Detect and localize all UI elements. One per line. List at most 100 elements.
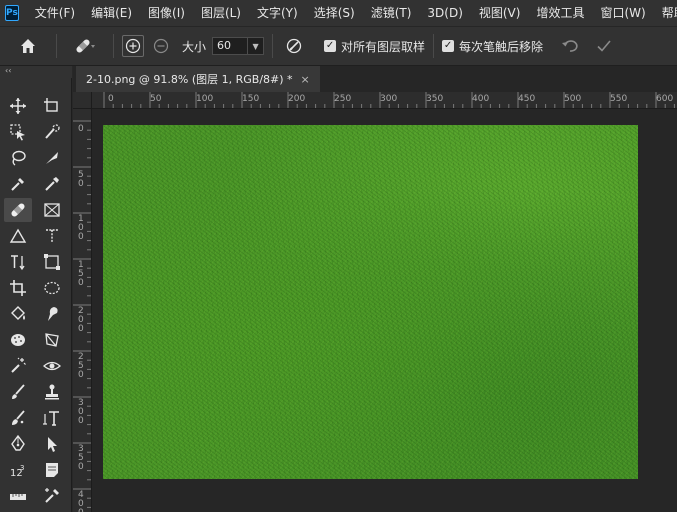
menu-plugins[interactable]: 增效工具 <box>528 0 592 26</box>
add-mode-button[interactable] <box>122 35 144 57</box>
svg-text:3: 3 <box>20 464 24 472</box>
ellipse-marquee-icon <box>44 281 60 295</box>
plus-circle-icon <box>125 38 141 54</box>
elliptical-marquee-tool[interactable] <box>38 276 66 300</box>
count-icon: 123 <box>10 464 24 479</box>
canvas-area[interactable] <box>92 109 677 512</box>
transform-icon <box>44 254 60 270</box>
brush-icon <box>12 384 25 399</box>
ruler-label: 200 <box>288 94 306 104</box>
horizontal-ruler[interactable]: 0 50 100 150 200 250 300 350 400 450 500… <box>92 92 677 109</box>
brush-tool[interactable] <box>4 380 32 404</box>
grass-image-layer[interactable] <box>103 125 638 479</box>
note-tool[interactable] <box>38 458 66 482</box>
lasso-tool[interactable] <box>4 146 32 170</box>
paint-bucket-tool[interactable] <box>4 302 32 326</box>
frame-icon <box>44 203 60 217</box>
vertical-type-mask-tool[interactable] <box>38 224 66 248</box>
document-tab[interactable]: 2-10.png @ 91.8% (图层 1, RGB/8#) * × <box>76 66 320 92</box>
ruler-label: 2 0 0 <box>78 306 84 334</box>
checkbox-check-icon: ✓ <box>324 40 337 52</box>
commit-button[interactable] <box>591 33 617 59</box>
ruler-label: 450 <box>518 94 536 104</box>
document-tab-bar: 2-10.png @ 91.8% (图层 1, RGB/8#) * × <box>73 66 677 92</box>
ruler-label: 500 <box>564 94 582 104</box>
menu-edit[interactable]: 编辑(E) <box>83 0 140 26</box>
menu-3d[interactable]: 3D(D) <box>419 0 470 26</box>
type-tool[interactable] <box>38 406 66 430</box>
options-bar: 大小 60 ▼ ✓ 对所有图层取样 ✓ 每次笔触后移除 <box>0 27 677 66</box>
toolbar-collapse-button[interactable]: ‹‹ <box>0 66 72 78</box>
vertical-type-tool[interactable] <box>4 250 32 274</box>
eyedropper-tool[interactable] <box>4 172 32 196</box>
sponge-icon <box>11 334 25 346</box>
menu-image[interactable]: 图像(I) <box>140 0 193 26</box>
object-selection-icon <box>10 124 25 141</box>
pen-tool-alt[interactable] <box>38 146 66 170</box>
remove-after-stroke-checkbox[interactable]: ✓ 每次笔触后移除 <box>442 38 543 55</box>
undo-stroke-button[interactable] <box>557 33 583 59</box>
mixer-brush-tool[interactable] <box>4 406 32 430</box>
crop-icon <box>10 280 26 296</box>
perspective-crop-tool[interactable] <box>38 328 66 352</box>
count-tool[interactable]: 12 3 <box>4 458 32 482</box>
magic-wand-tool[interactable] <box>4 354 32 378</box>
vertical-ruler[interactable]: 0 5 0 1 0 0 1 5 0 2 0 0 2 5 0 3 0 0 3 5 … <box>73 109 92 512</box>
menu-window[interactable]: 窗口(W) <box>592 0 653 26</box>
close-icon[interactable]: × <box>301 73 310 86</box>
minus-circle-icon <box>153 38 169 54</box>
ruler-label: 1 0 0 <box>78 214 84 242</box>
ruler-label: 1 5 0 <box>78 260 84 288</box>
move-icon <box>10 98 26 114</box>
sponge-tool[interactable] <box>4 328 32 352</box>
quick-selection-tool[interactable] <box>38 120 66 144</box>
size-label: 大小 <box>182 39 207 54</box>
remove-tool[interactable] <box>4 198 32 222</box>
frame-tool[interactable] <box>38 198 66 222</box>
ruler-label: 250 <box>334 94 352 104</box>
menu-view[interactable]: 视图(V) <box>471 0 529 26</box>
menu-select[interactable]: 选择(S) <box>306 0 363 26</box>
arrow-cursor-icon <box>48 437 57 452</box>
home-button[interactable] <box>8 31 48 61</box>
path-selection-tool[interactable] <box>38 432 66 456</box>
artboard-tool[interactable] <box>38 94 66 118</box>
photoshop-logo: Ps <box>5 5 19 21</box>
chevron-down-icon: ▼ <box>252 41 259 51</box>
eyedropper-icon <box>11 178 24 191</box>
ruler-label: 3 0 0 <box>78 398 84 426</box>
size-dropdown-button[interactable]: ▼ <box>248 37 265 55</box>
menu-type[interactable]: 文字(Y) <box>249 0 306 26</box>
ruler-tool[interactable] <box>4 484 32 508</box>
sample-all-layers-checkbox[interactable]: ✓ 对所有图层取样 <box>324 38 425 55</box>
transform-tool[interactable] <box>38 250 66 274</box>
size-input[interactable]: 60 <box>212 37 249 55</box>
clone-stamp-tool[interactable] <box>38 380 66 404</box>
menu-file[interactable]: 文件(F) <box>27 0 83 26</box>
menu-layer[interactable]: 图层(L) <box>193 0 249 26</box>
document-tab-title: 2-10.png @ 91.8% (图层 1, RGB/8#) * <box>86 73 293 86</box>
object-selection-tool[interactable] <box>4 120 32 144</box>
red-eye-tool[interactable] <box>38 354 66 378</box>
menu-help[interactable]: 帮助(H) <box>654 0 677 26</box>
pressure-size-button[interactable] <box>281 33 307 59</box>
smudge-icon <box>48 307 58 321</box>
smudge-tool[interactable] <box>38 302 66 326</box>
tool-preset-picker[interactable] <box>65 31 105 61</box>
pen-pressure-icon <box>286 38 302 54</box>
menu-filter[interactable]: 滤镜(T) <box>363 0 420 26</box>
color-sampler-tool[interactable] <box>38 172 66 196</box>
sampler-drop-tool[interactable] <box>38 484 66 508</box>
sample-all-layers-label: 对所有图层取样 <box>341 39 426 54</box>
pen-tool[interactable] <box>4 432 32 456</box>
ruler-label: 550 <box>610 94 628 104</box>
subtract-mode-button[interactable] <box>150 35 172 57</box>
type-mask-icon <box>46 229 58 243</box>
quick-selection-icon <box>45 124 60 139</box>
divider <box>56 34 57 58</box>
move-tool[interactable] <box>4 94 32 118</box>
mixer-brush-icon <box>12 410 25 425</box>
vertical-type-icon <box>11 255 25 271</box>
crop-tool[interactable] <box>4 276 32 300</box>
triangle-tool[interactable] <box>4 224 32 248</box>
